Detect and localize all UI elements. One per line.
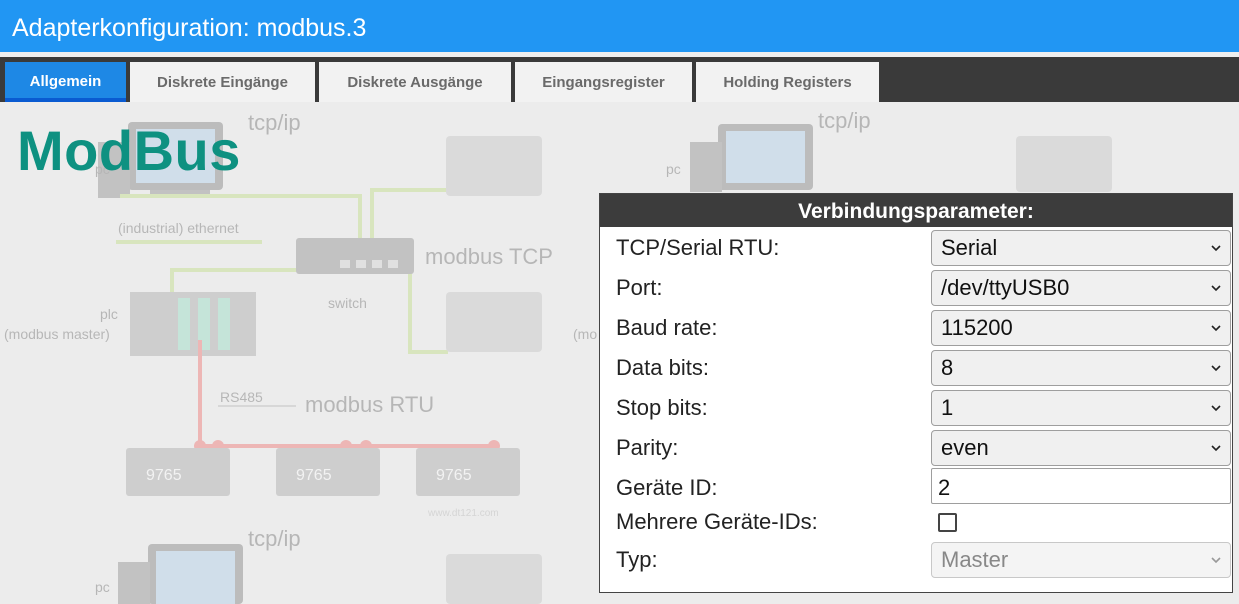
field-row: Port: /dev/ttyUSB0 [600, 268, 1232, 308]
field-row: TCP/Serial RTU: Serial [600, 228, 1232, 268]
tcpip-label: tcp/ip [248, 110, 301, 135]
diagram-watermark: www.dt121.com [427, 508, 499, 519]
baud-rate-select[interactable]: 115200 [931, 310, 1231, 346]
rtu-display-value: 9765 [436, 467, 472, 484]
chevron-down-icon [1211, 285, 1221, 292]
field-row: Parity: even [600, 428, 1232, 468]
type-value: Master [941, 547, 1009, 572]
switch-icon [296, 238, 414, 274]
rtu-display-value: 9765 [296, 467, 332, 484]
pc-icon [690, 124, 813, 192]
field-row: Typ: Master [600, 540, 1232, 580]
multi-ids-checkbox[interactable] [938, 513, 957, 532]
stop-bits-label: Stop bits: [616, 395, 708, 420]
tcp-serial-value: Serial [941, 235, 998, 260]
window-title: Adapterkonfiguration: modbus.3 [0, 0, 1239, 52]
parity-value: even [941, 435, 989, 460]
device-id-label: Geräte ID: [616, 475, 718, 500]
baud-rate-value: 115200 [941, 315, 1013, 340]
modbus-logo: ModBus [17, 119, 241, 182]
field-row: Geräte ID: 2 [600, 468, 1232, 508]
field-row: Baud rate: 115200 [600, 308, 1232, 348]
modbus-tcp-label: modbus TCP [425, 244, 553, 269]
multi-ids-label: Mehrere Geräte-IDs: [616, 509, 818, 534]
rtu-display-icon: 9765 9765 9765 [126, 448, 520, 496]
type-label: Typ: [616, 547, 658, 572]
tab-eingangsregister[interactable]: Eingangsregister [515, 62, 692, 102]
stop-bits-value: 1 [941, 395, 954, 420]
tab-diskrete-ausgaenge[interactable]: Diskrete Ausgänge [319, 62, 511, 102]
data-bits-value: 8 [941, 355, 954, 380]
tab-holding-registers[interactable]: Holding Registers [696, 62, 879, 102]
rs485-label: RS485 [220, 389, 263, 405]
connection-parameters-panel: Verbindungsparameter: TCP/Serial RTU: Se… [599, 193, 1233, 593]
parity-select[interactable]: even [931, 430, 1231, 466]
device-id-input[interactable]: 2 [931, 468, 1231, 504]
type-select: Master [931, 542, 1231, 578]
rtu-display-value: 9765 [146, 467, 182, 484]
stop-bits-select[interactable]: 1 [931, 390, 1231, 426]
field-row: Stop bits: 1 [600, 388, 1232, 428]
ethernet-label: (industrial) ethernet [118, 220, 239, 236]
tab-diskrete-eingaenge[interactable]: Diskrete Eingänge [130, 62, 315, 102]
pc-label: pc [95, 579, 110, 595]
tcpip-label: tcp/ip [818, 108, 871, 133]
pc-label: pc [666, 161, 681, 177]
switch-label: switch [328, 295, 367, 311]
tcp-serial-label: TCP/Serial RTU: [616, 235, 780, 260]
chevron-down-icon [1211, 245, 1221, 252]
chevron-down-icon [1211, 557, 1221, 564]
tab-allgemein[interactable]: Allgemein [5, 62, 126, 102]
plc-master-label-partial: (mo [573, 326, 597, 342]
io-module-icon [1016, 136, 1112, 192]
panel-title: Verbindungsparameter: [600, 194, 1232, 227]
chevron-down-icon [1211, 365, 1221, 372]
tcp-serial-select[interactable]: Serial [931, 230, 1231, 266]
port-select[interactable]: /dev/ttyUSB0 [931, 270, 1231, 306]
data-bits-label: Data bits: [616, 355, 709, 380]
parity-label: Parity: [616, 435, 679, 460]
tcpip-label: tcp/ip [248, 526, 301, 551]
tab-bar: Allgemein Diskrete Eingänge Diskrete Aus… [0, 57, 1239, 102]
chevron-down-icon [1211, 405, 1221, 412]
modbus-rtu-label: modbus RTU [305, 392, 434, 417]
port-value: /dev/ttyUSB0 [941, 275, 1070, 300]
baud-rate-label: Baud rate: [616, 315, 718, 340]
chevron-down-icon [1211, 445, 1221, 452]
io-module-icon [446, 554, 542, 604]
chevron-down-icon [1211, 325, 1221, 332]
plc-label: plc [100, 306, 118, 322]
plc-icon [130, 292, 256, 356]
pc-icon [118, 544, 243, 604]
port-label: Port: [616, 275, 663, 300]
field-row: Mehrere Geräte-IDs: [600, 504, 1232, 540]
data-bits-select[interactable]: 8 [931, 350, 1231, 386]
plc-master-label: (modbus master) [4, 326, 110, 342]
tab-content: tcp/ip pc (industrial) ethernet modbus T… [0, 102, 1239, 604]
field-row: Data bits: 8 [600, 348, 1232, 388]
